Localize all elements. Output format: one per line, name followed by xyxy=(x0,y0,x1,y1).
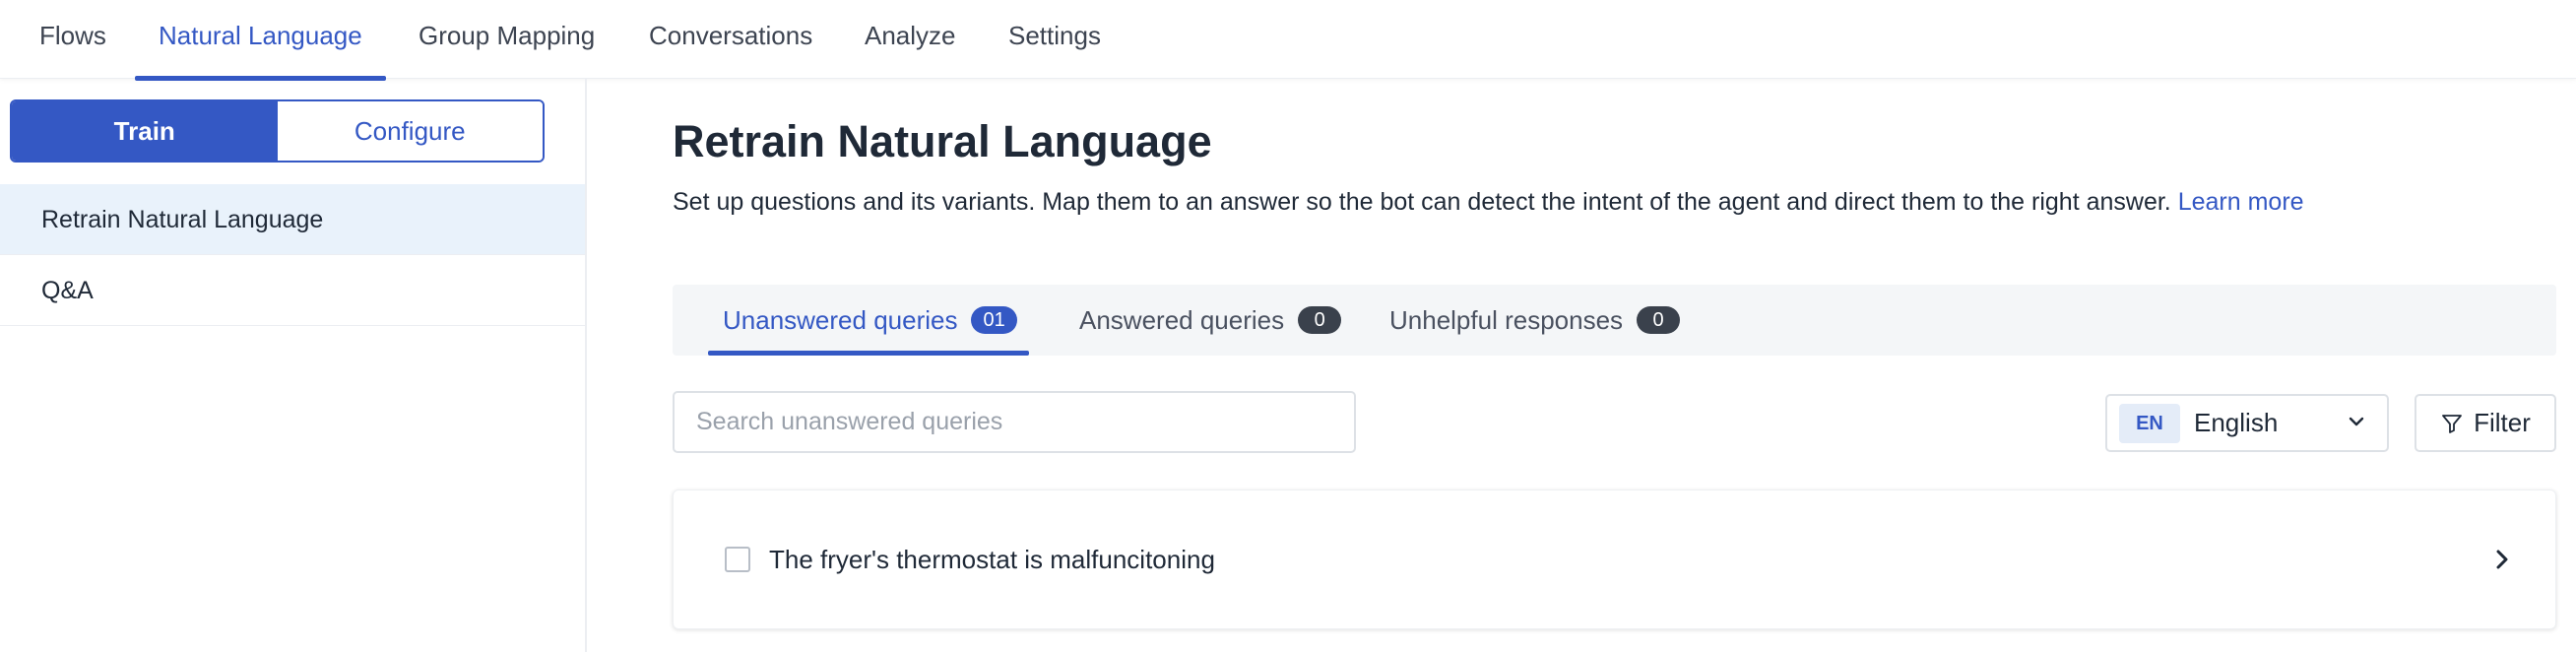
language-name: English xyxy=(2194,408,2279,437)
configure-button[interactable]: Configure xyxy=(277,101,543,161)
learn-more-link[interactable]: Learn more xyxy=(2178,188,2304,216)
description-text: Set up questions and its variants. Map t… xyxy=(673,188,2171,216)
query-row[interactable]: The fryer's thermostat is malfuncitoning xyxy=(673,489,2556,629)
language-select[interactable]: EN English xyxy=(2105,394,2389,452)
nav-tab-flows[interactable]: Flows xyxy=(39,0,106,79)
train-button[interactable]: Train xyxy=(12,101,278,161)
chevron-right-icon[interactable] xyxy=(2490,548,2514,571)
count-badge: 01 xyxy=(971,306,1017,334)
query-checkbox[interactable] xyxy=(725,547,750,572)
language-code-badge: EN xyxy=(2119,404,2180,443)
filter-icon xyxy=(2442,414,2463,433)
tab-answered-queries[interactable]: Answered queries 0 xyxy=(1079,285,1342,356)
active-tab-indicator xyxy=(708,351,1029,356)
page-description: Set up questions and its variants. Map t… xyxy=(673,188,2304,217)
tab-unhelpful-responses[interactable]: Unhelpful responses 0 xyxy=(1389,285,1681,356)
sidebar-item-qna[interactable]: Q&A xyxy=(0,255,585,326)
nav-tab-analyze[interactable]: Analyze xyxy=(865,0,956,79)
filter-label: Filter xyxy=(2474,408,2531,437)
train-configure-toggle: Train Configure xyxy=(10,99,545,163)
nav-tab-group-mapping[interactable]: Group Mapping xyxy=(419,0,595,79)
sidebar-item-retrain-natural-language[interactable]: Retrain Natural Language xyxy=(0,184,585,255)
search-input[interactable] xyxy=(673,391,1356,453)
nav-tab-natural-language[interactable]: Natural Language xyxy=(135,0,386,81)
tab-label: Answered queries xyxy=(1079,304,1285,335)
tab-label: Unhelpful responses xyxy=(1389,304,1624,335)
filter-button[interactable]: Filter xyxy=(2415,394,2556,452)
count-badge: 0 xyxy=(1298,306,1342,334)
nav-tab-settings[interactable]: Settings xyxy=(1008,0,1101,79)
chevron-down-icon xyxy=(2349,417,2364,426)
tab-unanswered-queries[interactable]: Unanswered queries 01 xyxy=(723,285,1017,356)
query-text: The fryer's thermostat is malfuncitoning xyxy=(769,545,1215,574)
query-tabs: Unanswered queries 01 Answered queries 0… xyxy=(673,285,2556,356)
page-title: Retrain Natural Language xyxy=(673,116,1212,166)
count-badge: 0 xyxy=(1637,306,1681,334)
top-navigation: Flows Natural Language Group Mapping Con… xyxy=(0,0,2576,81)
sidebar: Train Configure Retrain Natural Language… xyxy=(0,79,587,652)
nav-tab-conversations[interactable]: Conversations xyxy=(649,0,812,79)
tab-label: Unanswered queries xyxy=(723,304,958,335)
